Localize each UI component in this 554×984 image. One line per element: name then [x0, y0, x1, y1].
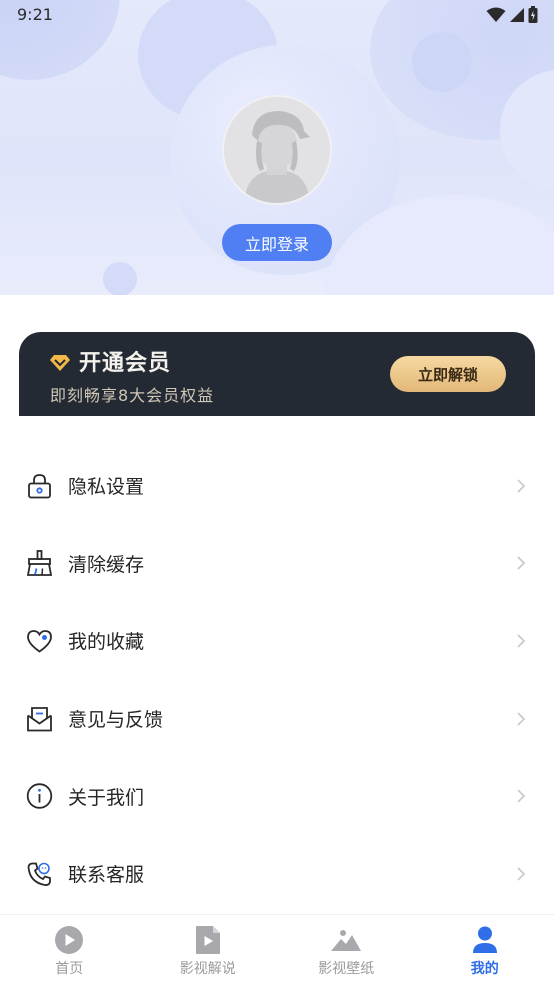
menu-item-label: 我的收藏 — [68, 631, 145, 654]
play-icon — [53, 925, 85, 955]
avatar[interactable] — [222, 95, 332, 205]
tab-label: 我的 — [470, 961, 499, 977]
broom-icon — [26, 550, 53, 577]
phone-icon — [27, 862, 51, 886]
menu-item-about[interactable]: 关于我们 — [0, 757, 554, 835]
chevron-right-icon — [517, 711, 526, 726]
menu-item-label: 清除缓存 — [68, 553, 145, 576]
decor-bubble — [412, 32, 472, 92]
tab-home[interactable]: 首页 — [0, 915, 139, 984]
menu-item-feedback[interactable]: 意见与反馈 — [0, 680, 554, 758]
vip-title: 开通会员 — [79, 351, 172, 376]
info-icon — [26, 783, 53, 809]
battery-icon — [528, 6, 538, 23]
lock-icon — [28, 473, 51, 499]
chevron-right-icon — [517, 789, 526, 803]
video-file-icon — [192, 925, 224, 955]
chevron-right-icon — [517, 867, 526, 881]
tab-wallpaper[interactable]: 影视壁纸 — [277, 915, 416, 984]
image-icon — [330, 925, 362, 955]
tab-mine[interactable]: 我的 — [416, 915, 554, 984]
person-icon — [469, 925, 501, 955]
menu-item-label: 隐私设置 — [68, 476, 145, 499]
diamond-icon — [50, 355, 70, 371]
tab-label: 首页 — [55, 961, 84, 977]
menu-item-label: 联系客服 — [68, 864, 145, 887]
status-bar: 9:21 — [0, 0, 554, 30]
mail-icon — [27, 706, 52, 731]
chevron-right-icon — [517, 634, 526, 648]
menu-item-privacy[interactable]: 隐私设置 — [0, 447, 554, 525]
status-time: 9:21 — [17, 5, 53, 24]
settings-menu: 隐私设置 清除缓存 我的收藏 意见与反馈 关于我们 联系客服 — [0, 447, 554, 913]
tab-label: 影视壁纸 — [318, 961, 375, 977]
bottom-nav: 首页 影视解说 影视壁纸 我的 — [0, 914, 554, 984]
profile-header: 9:21 立即登录 — [0, 0, 554, 295]
status-icons — [486, 6, 538, 23]
vip-banner[interactable]: 开通会员 即刻畅享8大会员权益 立即解锁 — [19, 332, 535, 416]
decor-bubble — [103, 262, 137, 295]
signal-icon — [510, 7, 524, 22]
vip-subtitle: 即刻畅享8大会员权益 — [50, 386, 215, 405]
menu-item-label: 关于我们 — [68, 786, 145, 809]
wifi-icon — [486, 7, 506, 22]
menu-item-clear-cache[interactable]: 清除缓存 — [0, 525, 554, 603]
unlock-vip-button[interactable]: 立即解锁 — [390, 356, 506, 392]
heart-icon — [27, 630, 52, 653]
chevron-right-icon — [517, 556, 526, 571]
login-button[interactable]: 立即登录 — [222, 224, 332, 261]
menu-item-label: 意见与反馈 — [68, 709, 164, 732]
tab-label: 影视解说 — [179, 961, 236, 977]
chevron-right-icon — [517, 479, 526, 493]
menu-item-favorites[interactable]: 我的收藏 — [0, 602, 554, 680]
menu-item-customer-service[interactable]: 联系客服 — [0, 835, 554, 913]
tab-film-commentary[interactable]: 影视解说 — [139, 915, 278, 984]
default-avatar-icon — [224, 97, 330, 203]
